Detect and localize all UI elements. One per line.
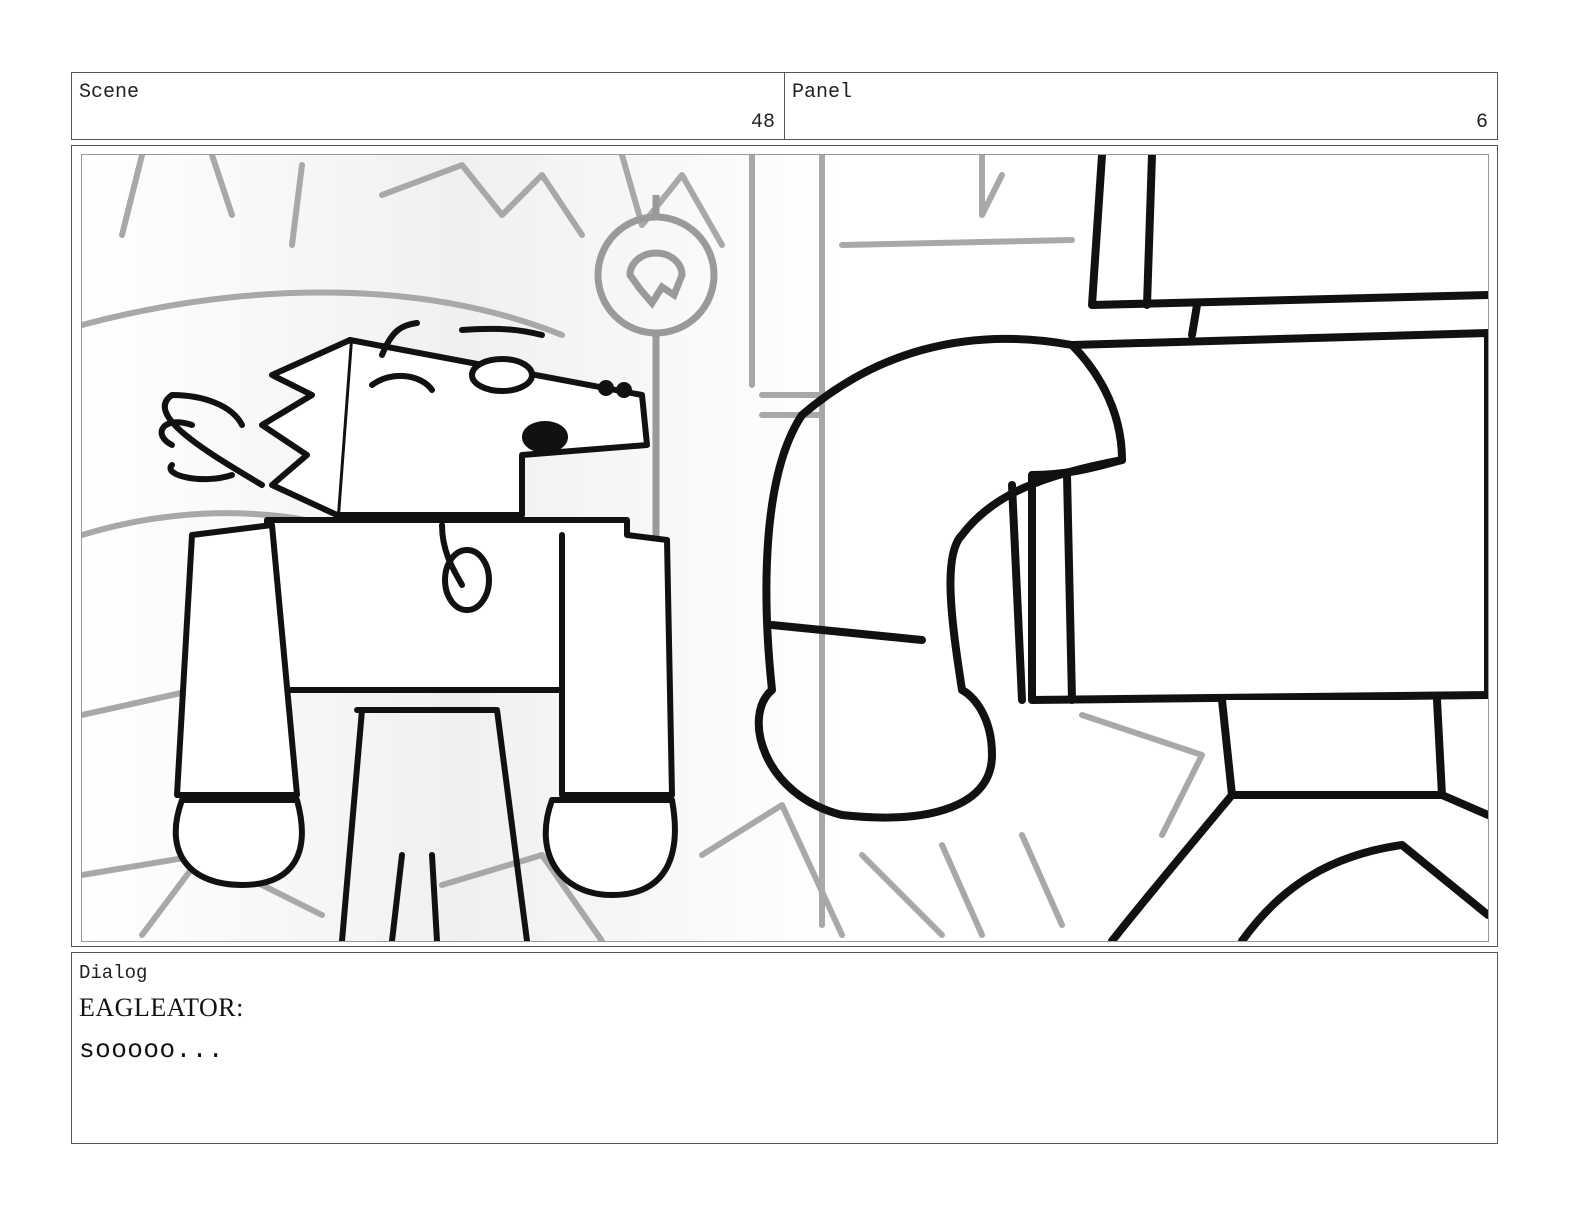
second-character <box>754 155 1488 941</box>
dialog-field: Dialog EAGLEATOR: sooooo... <box>71 952 1498 1144</box>
storyboard-drawing <box>81 154 1489 942</box>
panel-field: Panel 6 <box>784 72 1498 140</box>
sketch-illustration <box>82 155 1488 941</box>
dialog-line: sooooo... <box>79 1035 224 1065</box>
panel-label: Panel <box>792 81 853 104</box>
dialog-speaker: EAGLEATOR: <box>79 993 244 1022</box>
panel-number: 6 <box>1475 111 1488 134</box>
scene-label: Scene <box>79 81 140 104</box>
storyboard-frame <box>71 145 1498 947</box>
dialog-label: Dialog <box>79 962 148 984</box>
scene-number: 48 <box>750 111 775 134</box>
scene-field: Scene 48 <box>71 72 785 140</box>
